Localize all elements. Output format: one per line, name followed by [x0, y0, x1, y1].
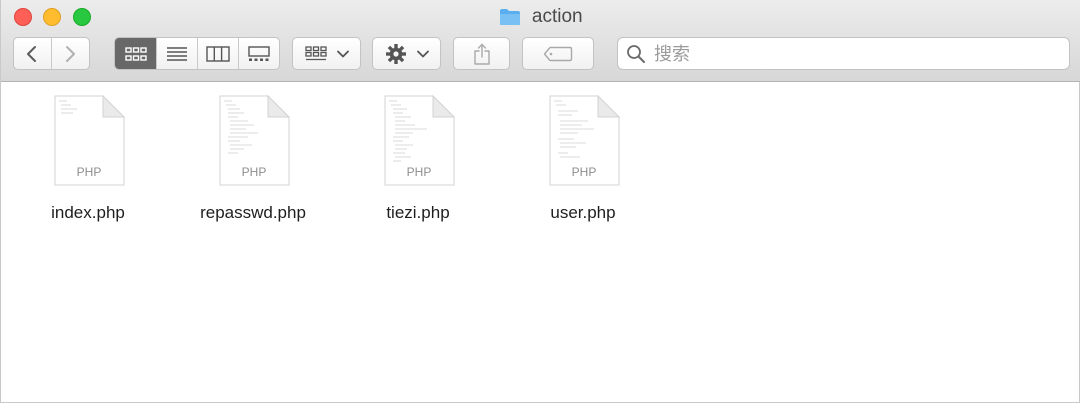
toolbar: action: [1, 0, 1080, 82]
window-title-label: action: [531, 6, 583, 27]
chevron-left-icon: [27, 45, 37, 62]
forward-button[interactable]: [52, 38, 90, 69]
file-name: index.php: [51, 203, 125, 222]
folder-icon: [500, 9, 521, 25]
share-button[interactable]: [453, 37, 510, 70]
group-by-button[interactable]: [292, 37, 361, 70]
action-button[interactable]: [372, 37, 441, 70]
list-view-button[interactable]: [157, 38, 198, 69]
file-name: user.php: [550, 203, 616, 222]
gallery-icon: [248, 45, 270, 61]
file-grid: PHP index.php PHP repasswd.php PHP tiezi…: [1, 95, 1080, 395]
navigation-group: [13, 37, 90, 70]
gear-icon: [385, 43, 406, 64]
icon-view-button[interactable]: [115, 38, 158, 69]
list-icon: [167, 46, 188, 61]
php-file-icon: [384, 95, 455, 186]
file-name: tiezi.php: [386, 203, 450, 222]
file-item[interactable]: PHP repasswd.php: [183, 95, 323, 225]
php-file-icon: [54, 95, 125, 186]
file-item[interactable]: PHP tiezi.php: [348, 95, 488, 225]
file-item[interactable]: PHP index.php: [18, 95, 158, 225]
columns-icon: [206, 45, 230, 62]
tag-icon: [543, 46, 573, 61]
gallery-view-button[interactable]: [239, 38, 279, 69]
chevron-right-icon: [66, 45, 76, 62]
column-view-button[interactable]: [198, 38, 239, 69]
icon-grid-icon: [125, 46, 147, 61]
share-icon: [473, 43, 490, 65]
chevron-down-icon: [336, 50, 349, 57]
search-input[interactable]: [652, 41, 1056, 68]
file-name: repasswd.php: [200, 203, 306, 222]
tag-button[interactable]: [522, 37, 594, 70]
window-title: action: [1, 6, 1080, 28]
chevron-down-icon: [416, 50, 429, 57]
search-icon: [627, 45, 645, 63]
view-mode-control: [114, 37, 280, 70]
finder-window: action 搜索 PHP index.php PHP repasswd.php…: [0, 0, 1080, 403]
php-file-icon: [549, 95, 620, 186]
file-item[interactable]: PHP user.php: [513, 95, 653, 225]
search-field[interactable]: [617, 37, 1070, 70]
group-by-icon: [304, 45, 327, 60]
php-file-icon: [219, 95, 290, 186]
back-button[interactable]: [14, 38, 52, 69]
